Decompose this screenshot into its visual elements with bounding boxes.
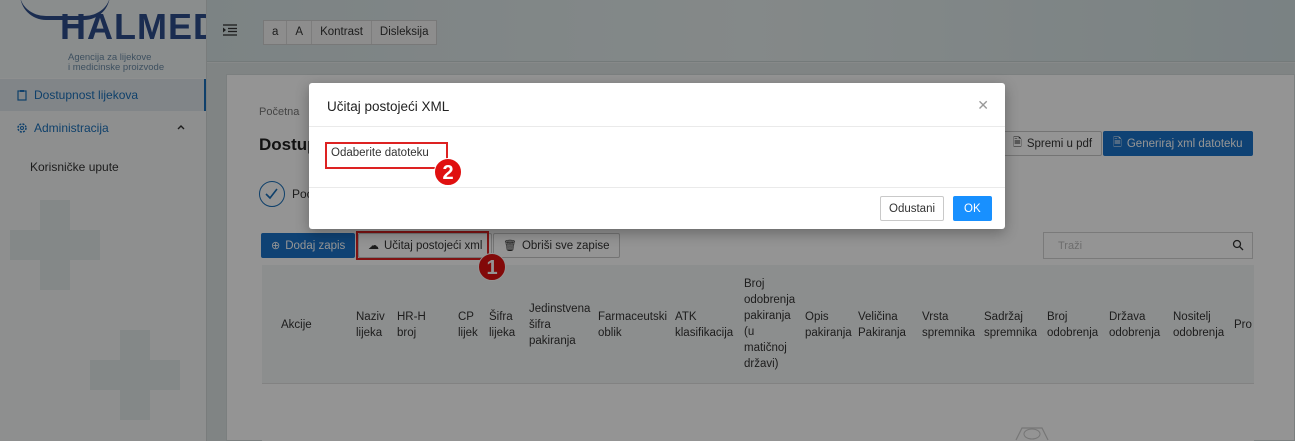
callout-2: 2 [434,158,462,186]
ok-button[interactable]: OK [953,196,992,221]
cancel-button[interactable]: Odustani [880,196,945,221]
modal-title: Učitaj postojeći XML [327,99,450,114]
modal-footer-divider [309,187,1005,188]
highlight-select-file [325,142,448,169]
modal-header-divider [309,126,1005,127]
close-icon[interactable]: ✕ [977,97,989,114]
